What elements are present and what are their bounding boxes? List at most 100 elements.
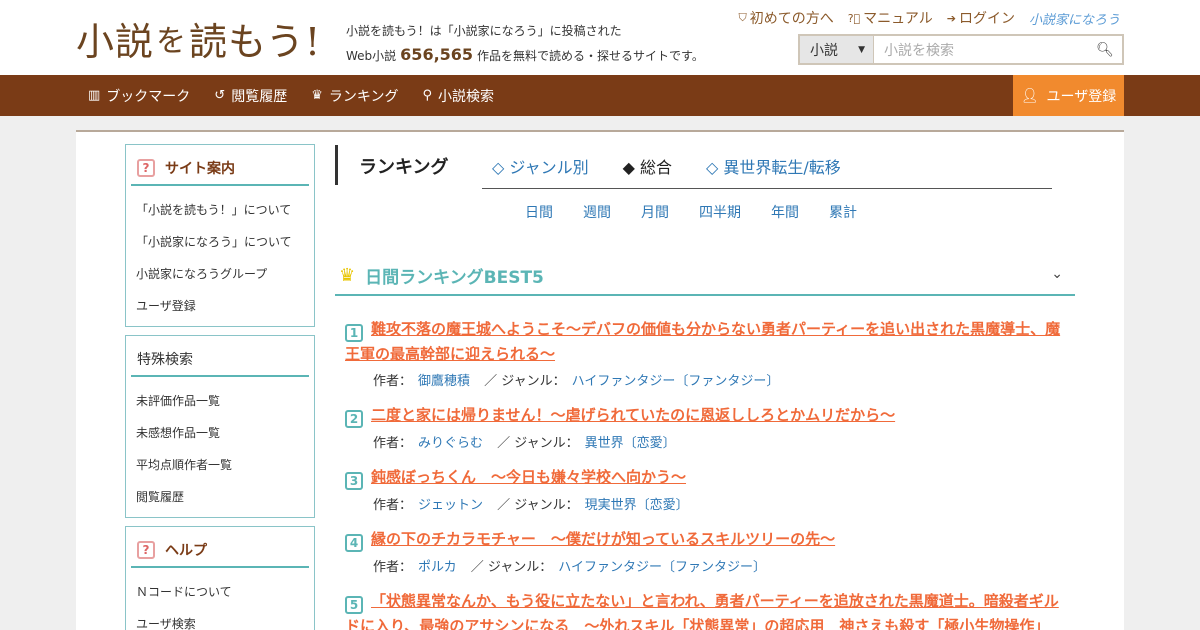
tab-overall[interactable]: ◆ 総合 bbox=[623, 154, 672, 178]
nav-search[interactable]: ⚲ 小説検索 bbox=[422, 86, 494, 106]
genre-link[interactable]: 現実世界〔恋愛〕 bbox=[585, 498, 689, 513]
author-label: 作者： bbox=[373, 436, 413, 451]
work-count: 656,565 bbox=[400, 45, 474, 64]
tab-genre[interactable]: ◇ ジャンル別 bbox=[492, 154, 589, 178]
genre-link[interactable]: ハイファンタジー〔ファンタジー〕 bbox=[572, 374, 780, 389]
help-header: ? ヘルプ bbox=[131, 533, 309, 568]
period-tabs: 日間 週間 月間 四半期 年間 累計 bbox=[525, 202, 857, 222]
narou-label: 小説家になろう bbox=[1028, 12, 1120, 28]
rank-number: 4 bbox=[345, 534, 363, 552]
logo-text-1: 小説 bbox=[76, 19, 155, 64]
question-icon: ? bbox=[137, 540, 155, 559]
header-links: ⛉ 初めての方へ ?⃝ マニュアル ➔ ログイン 小説家になろう bbox=[738, 8, 1120, 28]
period-total[interactable]: 累計 bbox=[829, 202, 857, 222]
nav-history[interactable]: ↺ 閲覧履歴 bbox=[214, 86, 287, 106]
help-box: ? ヘルプ Ｎコードについて ユーザ検索 bbox=[125, 526, 315, 630]
sidebar-link[interactable]: ユーザ登録 bbox=[136, 290, 314, 322]
sidebar-link[interactable]: ユーザ検索 bbox=[136, 608, 314, 630]
site-guide-header: ? サイト案内 bbox=[131, 151, 309, 186]
author-label: 作者： bbox=[373, 498, 413, 513]
author-label: 作者： bbox=[373, 374, 413, 389]
rank-number: 3 bbox=[345, 472, 363, 490]
author-link[interactable]: ポルカ bbox=[418, 560, 457, 575]
section-title: 日間ランキングBEST5 bbox=[365, 267, 544, 288]
magnifier-icon: ⚲ bbox=[422, 88, 432, 103]
site-tagline: 小説を読もう！は「小説家になろう」に投稿された Web小説 656,565 作品を無… bbox=[346, 19, 704, 68]
nav-history-label: 閲覧履歴 bbox=[231, 88, 288, 105]
ranking-meta: 作者： みりぐらむ ／ ジャンル： 異世界〔恋愛〕 bbox=[373, 432, 1070, 451]
ranking-item: 5 「状態異常なんか、もう役に立たない」と言われ、勇者パーティーを追放された黒魔道… bbox=[345, 589, 1070, 630]
logo-text-2: を bbox=[156, 24, 188, 59]
ranking-title: 難攻不落の魔王城へようこそ～デバフの価値も分からない勇者パーティーを追い出された… bbox=[345, 320, 1061, 363]
period-weekly[interactable]: 週間 bbox=[583, 202, 611, 222]
ranking-meta: 作者： 御鷹穂積 ／ ジャンル： ハイファンタジー〔ファンタジー〕 bbox=[373, 370, 1070, 389]
ranking-item: 4 縁の下のチカラモチャー ～僕だけが知っているスキルツリーの先～ 作者： ポルカ … bbox=[345, 527, 1070, 575]
rank-number: 2 bbox=[345, 410, 363, 428]
ranking-title-link[interactable]: 3 鈍感ぼっちくん ～今日も嫌々学校へ向かう～ bbox=[345, 465, 1070, 490]
sidebar-link[interactable]: 閲覧履歴 bbox=[136, 481, 314, 513]
sidebar-link[interactable]: 「小説家になろう」について bbox=[136, 226, 314, 258]
ranking-title-link[interactable]: 2 二度と家には帰りません！～虐げられていたのに恩返ししろとかムリだから～ bbox=[345, 403, 1070, 428]
search-category-value: 小説 bbox=[810, 42, 838, 59]
site-header: 小説を読もう! 小説を読もう！は「小説家になろう」に投稿された Web小説 656… bbox=[0, 0, 1200, 75]
period-monthly[interactable]: 月間 bbox=[641, 202, 669, 222]
chevron-down-icon[interactable]: ⌄ bbox=[1051, 266, 1063, 282]
author-link[interactable]: 御鷹穂積 bbox=[418, 374, 470, 389]
nav-ranking[interactable]: ♛ ランキング bbox=[311, 86, 398, 106]
help-title: ヘルプ bbox=[165, 542, 207, 559]
sidebar-link[interactable]: 平均点順作者一覧 bbox=[136, 449, 314, 481]
manual-link[interactable]: ?⃝ マニュアル bbox=[848, 8, 933, 28]
search-button[interactable]: 🔍︎ bbox=[1088, 36, 1122, 63]
genre-link[interactable]: ハイファンタジー〔ファンタジー〕 bbox=[558, 560, 766, 575]
tab-isekai[interactable]: ◇ 異世界転生/転移 bbox=[706, 154, 841, 178]
tagline-prefix: Web小説 bbox=[346, 49, 397, 63]
login-icon: ➔ bbox=[946, 11, 956, 25]
tagline-line2: Web小説 656,565 作品を無料で読める・探せるサイトです。 bbox=[346, 43, 704, 68]
main-nav: ▥ ブックマーク ↺ 閲覧履歴 ♛ ランキング ⚲ 小説検索 👤︎ ユーザ登録 bbox=[0, 75, 1200, 116]
search-category-select[interactable]: 小説 ▼ bbox=[800, 36, 874, 63]
sidebar-link[interactable]: 小説家になろうグループ bbox=[136, 258, 314, 290]
sidebar-link[interactable]: 未評価作品一覧 bbox=[136, 385, 314, 417]
author-link[interactable]: ジェットン bbox=[418, 498, 483, 513]
ranking-title-link[interactable]: 1 難攻不落の魔王城へようこそ～デバフの価値も分からない勇者パーティーを追い出され… bbox=[345, 317, 1070, 366]
logo-text-3: 読もう! bbox=[189, 19, 322, 64]
search-input[interactable] bbox=[874, 36, 1088, 63]
shield-icon: ⛉ bbox=[738, 11, 747, 24]
ranking-title: 「状態異常なんか、もう役に立たない」と言われ、勇者パーティーを追放された黒魔道士… bbox=[345, 592, 1059, 630]
ranking-title-link[interactable]: 4 縁の下のチカラモチャー ～僕だけが知っているスキルツリーの先～ bbox=[345, 527, 1070, 552]
sidebar-link[interactable]: Ｎコードについて bbox=[136, 576, 314, 608]
login-link[interactable]: ➔ ログイン bbox=[947, 8, 1015, 28]
ranking-item: 2 二度と家には帰りません！～虐げられていたのに恩返ししろとかムリだから～ 作者：… bbox=[345, 403, 1070, 451]
genre-label: ／ ジャンル： bbox=[497, 498, 579, 513]
ranking-title-link[interactable]: 5 「状態異常なんか、もう役に立たない」と言われ、勇者パーティーを追放された黒魔道… bbox=[345, 589, 1070, 630]
site-logo[interactable]: 小説を読もう! bbox=[76, 14, 321, 64]
ranking-tabs: ◇ ジャンル別 ◆ 総合 ◇ 異世界転生/転移 bbox=[482, 145, 1052, 189]
ranking-title: 二度と家には帰りません！～虐げられていたのに恩返ししろとかムリだから～ bbox=[371, 406, 896, 424]
question-icon: ? bbox=[137, 158, 155, 177]
site-guide-title: サイト案内 bbox=[165, 160, 235, 177]
sidebar-link[interactable]: 「小説を読もう！」について bbox=[136, 194, 314, 226]
search-icon: 🔍︎ bbox=[1096, 41, 1114, 58]
nav-bookmark[interactable]: ▥ ブックマーク bbox=[88, 86, 190, 106]
special-search-header: 特殊検索 bbox=[131, 342, 309, 377]
register-button[interactable]: 👤︎ ユーザ登録 bbox=[1013, 75, 1124, 116]
period-yearly[interactable]: 年間 bbox=[771, 202, 799, 222]
question-icon: ?⃝ bbox=[847, 11, 861, 25]
author-link[interactable]: みりぐらむ bbox=[418, 436, 483, 451]
genre-link[interactable]: 異世界〔恋愛〕 bbox=[585, 436, 676, 451]
genre-label: ／ ジャンル： bbox=[470, 560, 553, 575]
sidebar-link[interactable]: 未感想作品一覧 bbox=[136, 417, 314, 449]
period-daily[interactable]: 日間 bbox=[525, 202, 553, 222]
period-quarterly[interactable]: 四半期 bbox=[699, 202, 741, 222]
genre-label: ／ ジャンル： bbox=[497, 436, 579, 451]
ranking-title: 鈍感ぼっちくん ～今日も嫌々学校へ向かう～ bbox=[371, 468, 687, 486]
ranking-title: 縁の下のチカラモチャー ～僕だけが知っているスキルツリーの先～ bbox=[371, 530, 836, 548]
section-title-bar[interactable]: ♛ 日間ランキングBEST5 ⌄ bbox=[335, 256, 1075, 296]
narou-logo-link[interactable]: 小説家になろう bbox=[1029, 9, 1120, 28]
tagline-line1: 小説を読もう！は「小説家になろう」に投稿された bbox=[346, 24, 622, 38]
bookmark-icon: ▥ bbox=[88, 88, 101, 103]
page-title: ランキング bbox=[359, 157, 449, 178]
rank-number: 5 bbox=[345, 596, 363, 614]
first-time-label: 初めての方へ bbox=[749, 11, 834, 27]
first-time-link[interactable]: ⛉ 初めての方へ bbox=[738, 8, 833, 28]
